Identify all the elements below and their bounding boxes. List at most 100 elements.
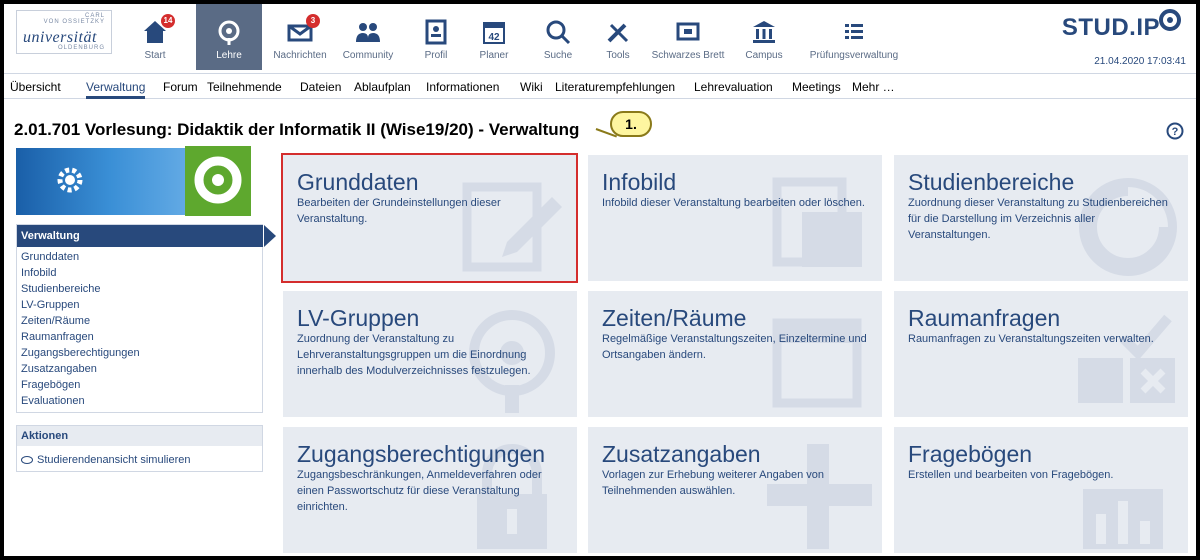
- community-icon: [356, 23, 380, 42]
- studip-brand[interactable]: STUD.IP: [1062, 14, 1160, 42]
- simulate-student-view-link[interactable]: Studierendenansicht simulieren: [21, 454, 190, 466]
- nav-pruefungsverwaltung[interactable]: Prüfungsverwaltung: [796, 4, 912, 70]
- tab-ablaufplan[interactable]: Ablaufplan: [354, 75, 411, 99]
- sidebar-link-studienbereiche[interactable]: Studienbereiche: [21, 283, 101, 295]
- nav-start-badge: 14: [161, 14, 175, 28]
- top-bar: CARL VON OSSIETZKY universität OLDENBURG…: [4, 4, 1196, 74]
- university-logo[interactable]: CARL VON OSSIETZKY universität OLDENBURG: [16, 10, 112, 54]
- list-icon: [845, 24, 863, 39]
- tile-description: Regelmäßige Veranstaltungszeiten, Einzel…: [602, 333, 867, 361]
- nav-nachrichten-badge: 3: [306, 14, 320, 28]
- tab-dateien[interactable]: Dateien: [300, 75, 341, 99]
- nav-schwarzes-brett-label: Schwarzes Brett: [651, 50, 725, 61]
- nav-community[interactable]: Community: [334, 4, 402, 70]
- nav-suche[interactable]: Suche: [532, 4, 584, 70]
- help-icon[interactable]: ?: [1166, 122, 1184, 140]
- tools-icon: [607, 23, 629, 43]
- nav-community-label: Community: [342, 50, 394, 61]
- sidebar-link-zugangsberechtigungen[interactable]: Zugangsberechtigungen: [21, 347, 140, 359]
- tile-zugangsberechtigungen[interactable]: Zugangsberechtigungen Zugangsbeschränkun…: [283, 427, 577, 553]
- tab-lehrevaluation[interactable]: Lehrevaluation: [694, 75, 773, 99]
- nav-pruefungsverwaltung-label: Prüfungsverwaltung: [809, 50, 899, 61]
- tile-title: LV-Gruppen: [297, 305, 420, 331]
- search-icon: [546, 20, 571, 45]
- nav-profil[interactable]: Profil: [410, 4, 462, 70]
- tile-title: Raumanfragen: [908, 305, 1061, 331]
- tile-description: Zuordnung der Veranstaltung zu Lehrveran…: [297, 333, 531, 377]
- tile-description: Erstellen und bearbeiten von Fragebögen.: [908, 469, 1114, 481]
- studip-logo-icon: [1159, 9, 1181, 31]
- sidebar-link-evaluationen[interactable]: Evaluationen: [21, 395, 85, 407]
- actions-title: Aktionen: [17, 426, 262, 446]
- tile-title: Zusatzangaben: [602, 441, 761, 467]
- nav-start-label: Start: [144, 50, 166, 61]
- nav-suche-label: Suche: [543, 50, 573, 61]
- tile-description: Zuordnung dieser Veranstaltung zu Studie…: [908, 197, 1168, 241]
- nav-schwarzes-brett[interactable]: Schwarzes Brett: [646, 4, 730, 70]
- sidebar-navigation: Verwaltung Grunddaten Infobild Studienbe…: [16, 224, 276, 413]
- course-tabs: Übersicht Verwaltung Forum Teilnehmende …: [4, 75, 1196, 99]
- sidebar-link-infobild[interactable]: Infobild: [21, 267, 56, 279]
- tile-title: Infobild: [602, 169, 677, 195]
- image-icon: [772, 177, 862, 267]
- seminar-icon: [218, 20, 240, 45]
- nav-campus-label: Campus: [745, 50, 783, 61]
- datetime: 21.04.2020 17:03:41: [1094, 56, 1186, 67]
- sidebar-nav-title-label: Verwaltung: [21, 230, 80, 242]
- tile-zusatzangaben[interactable]: Zusatzangaben Vorlagen zur Erhebung weit…: [588, 427, 882, 553]
- tile-description: Vorlagen zur Erhebung weiterer Angaben v…: [602, 469, 824, 497]
- tab-verwaltung[interactable]: Verwaltung: [86, 75, 146, 99]
- tile-description: Raumanfragen zu Veranstaltungszeiten ver…: [908, 333, 1154, 345]
- logo-line-2: VON OSSIETZKY: [43, 19, 105, 25]
- tile-raumanfragen[interactable]: Raumanfragen Raumanfragen zu Veranstaltu…: [894, 291, 1188, 417]
- tile-title: Zeiten/Räume: [602, 305, 747, 331]
- sidebar-actions: Aktionen Studierendenansicht simulieren: [16, 425, 263, 472]
- tab-meetings[interactable]: Meetings: [792, 75, 841, 99]
- tab-forum[interactable]: Forum: [163, 75, 198, 99]
- gear-icon: [57, 167, 83, 193]
- nav-tools-label: Tools: [606, 50, 630, 61]
- nav-planer[interactable]: 42 Planer: [466, 4, 522, 70]
- profile-icon: [425, 19, 447, 45]
- step-callout: 1.: [610, 111, 652, 137]
- highlight-frame: [281, 153, 578, 283]
- svg-text:?: ?: [1172, 126, 1179, 138]
- sidebar-nav-title[interactable]: Verwaltung: [17, 225, 276, 247]
- sidebar-link-frageboegen[interactable]: Fragebögen: [21, 379, 80, 391]
- studip-ring-icon: [194, 156, 242, 204]
- tab-literaturempfehlungen[interactable]: Literaturempfehlungen: [555, 75, 675, 99]
- nav-lehre[interactable]: Lehre: [196, 4, 262, 70]
- tab-uebersicht[interactable]: Übersicht: [10, 75, 61, 99]
- nav-start[interactable]: 14 Start: [128, 4, 182, 70]
- tile-title: Zugangsberechtigungen: [297, 441, 546, 467]
- logo-line-4: OLDENBURG: [57, 45, 105, 51]
- nav-planer-label: Planer: [479, 50, 509, 61]
- tab-teilnehmende[interactable]: Teilnehmende: [207, 75, 282, 99]
- nav-tools[interactable]: Tools: [592, 4, 644, 70]
- calendar-icon: 42: [483, 22, 505, 44]
- bar-chart-icon: [1083, 489, 1163, 549]
- sidebar-link-zeiten-raeume[interactable]: Zeiten/Räume: [21, 315, 90, 327]
- nav-nachrichten[interactable]: 3 Nachrichten: [266, 4, 334, 70]
- sidebar-link-lv-gruppen[interactable]: LV-Gruppen: [21, 299, 80, 311]
- tile-zeiten-raeume[interactable]: Zeiten/Räume Regelmäßige Veranstaltungsz…: [588, 291, 882, 417]
- nav-campus[interactable]: Campus: [736, 4, 792, 70]
- sidebar-link-zusatzangaben[interactable]: Zusatzangaben: [21, 363, 97, 375]
- simulate-student-view-label: Studierendenansicht simulieren: [37, 454, 191, 466]
- tab-wiki[interactable]: Wiki: [520, 75, 543, 99]
- tile-title: Fragebögen: [908, 441, 1033, 467]
- tile-infobild[interactable]: Infobild Infobild dieser Veranstaltung b…: [588, 155, 882, 281]
- nav-nachrichten-label: Nachrichten: [273, 50, 327, 61]
- tile-lv-gruppen[interactable]: LV-Gruppen Zuordnung der Veranstaltung z…: [283, 291, 577, 417]
- calendar-day: 42: [488, 32, 500, 43]
- tab-mehr[interactable]: Mehr …: [852, 75, 895, 99]
- tile-title: Studienbereiche: [908, 169, 1075, 195]
- nav-profil-label: Profil: [424, 50, 448, 61]
- sidebar-link-raumanfragen[interactable]: Raumanfragen: [21, 331, 94, 343]
- tile-description: Zugangsbeschränkungen, Anmeldeverfahren …: [297, 469, 542, 513]
- tab-informationen[interactable]: Informationen: [426, 75, 499, 99]
- campus-icon: [753, 21, 775, 43]
- tile-frageboegen[interactable]: Fragebögen Erstellen und bearbeiten von …: [894, 427, 1188, 553]
- sidebar-link-grunddaten[interactable]: Grunddaten: [21, 251, 79, 263]
- tile-studienbereiche[interactable]: Studienbereiche Zuordnung dieser Veranst…: [894, 155, 1188, 281]
